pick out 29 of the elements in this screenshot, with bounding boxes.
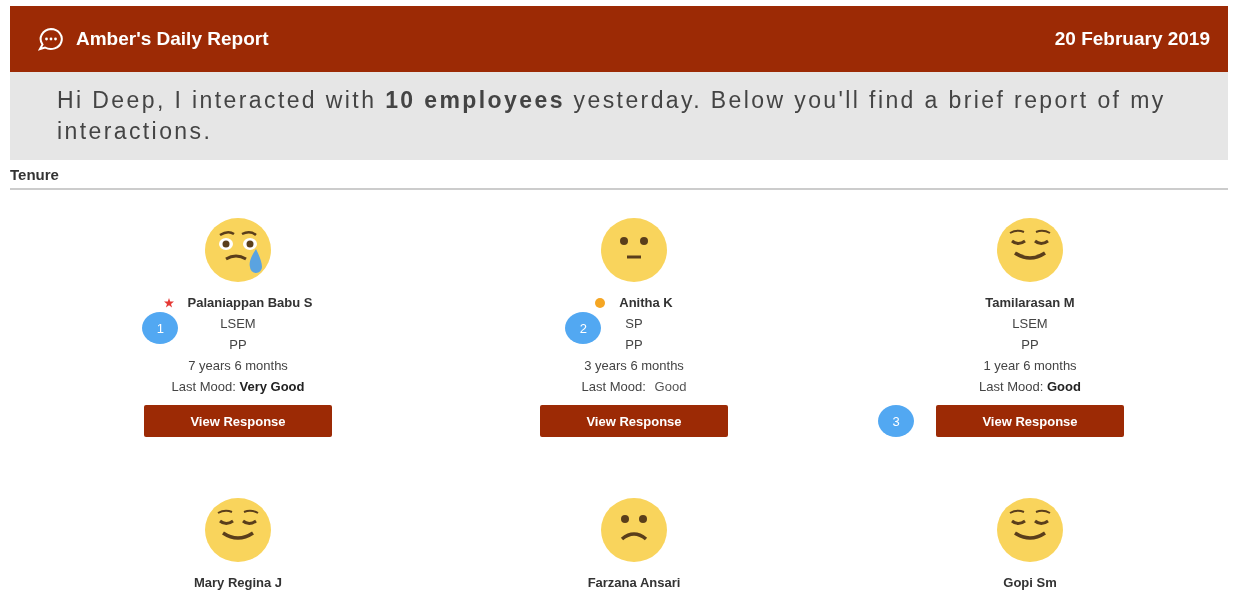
report-title: Amber's Daily Report — [76, 28, 269, 50]
number-badge: 2 — [565, 312, 602, 344]
employee-role: LSEM — [1012, 316, 1048, 331]
chat-bubble-icon — [38, 27, 64, 51]
employee-name: Mary Regina J — [193, 575, 283, 590]
number-badge: 1 — [142, 312, 179, 344]
employee-group: PP — [1021, 337, 1039, 352]
employee-name: Gopi Sm — [1003, 575, 1057, 590]
employee-name: Palaniappan Babu S — [187, 295, 313, 310]
intro-message: Hi Deep, I interacted with 10 employees yesterday. Below you'll find a brief report of my interactions. — [10, 72, 1228, 160]
number-badge: 3 — [878, 405, 914, 437]
report-date: 20 February 2019 — [1054, 28, 1210, 50]
last-mood: Last Mood: Very Good — [171, 379, 305, 394]
employee-role: LSEM — [220, 316, 256, 331]
view-response-button[interactable]: View Response — [540, 405, 728, 437]
section-heading: Tenure — [10, 160, 1228, 190]
employee-group: PP — [625, 337, 643, 352]
tenure-text: 7 years 6 months — [188, 358, 288, 373]
tenure-text: 1 year 6 months — [983, 358, 1077, 373]
employee-name: Anitha K — [619, 295, 673, 310]
view-response-button[interactable]: View Response — [936, 405, 1124, 437]
last-mood: Last Mood: Good — [581, 379, 687, 394]
tenure-text: 3 years 6 months — [584, 358, 684, 373]
employee-name: Farzana Ansari — [587, 575, 681, 590]
employee-group: PP — [229, 337, 247, 352]
last-mood: Last Mood: Good — [979, 379, 1081, 394]
employee-role: SP — [625, 316, 643, 331]
employee-name: Tamilarasan M — [985, 295, 1075, 310]
view-response-button[interactable]: View Response — [144, 405, 332, 437]
